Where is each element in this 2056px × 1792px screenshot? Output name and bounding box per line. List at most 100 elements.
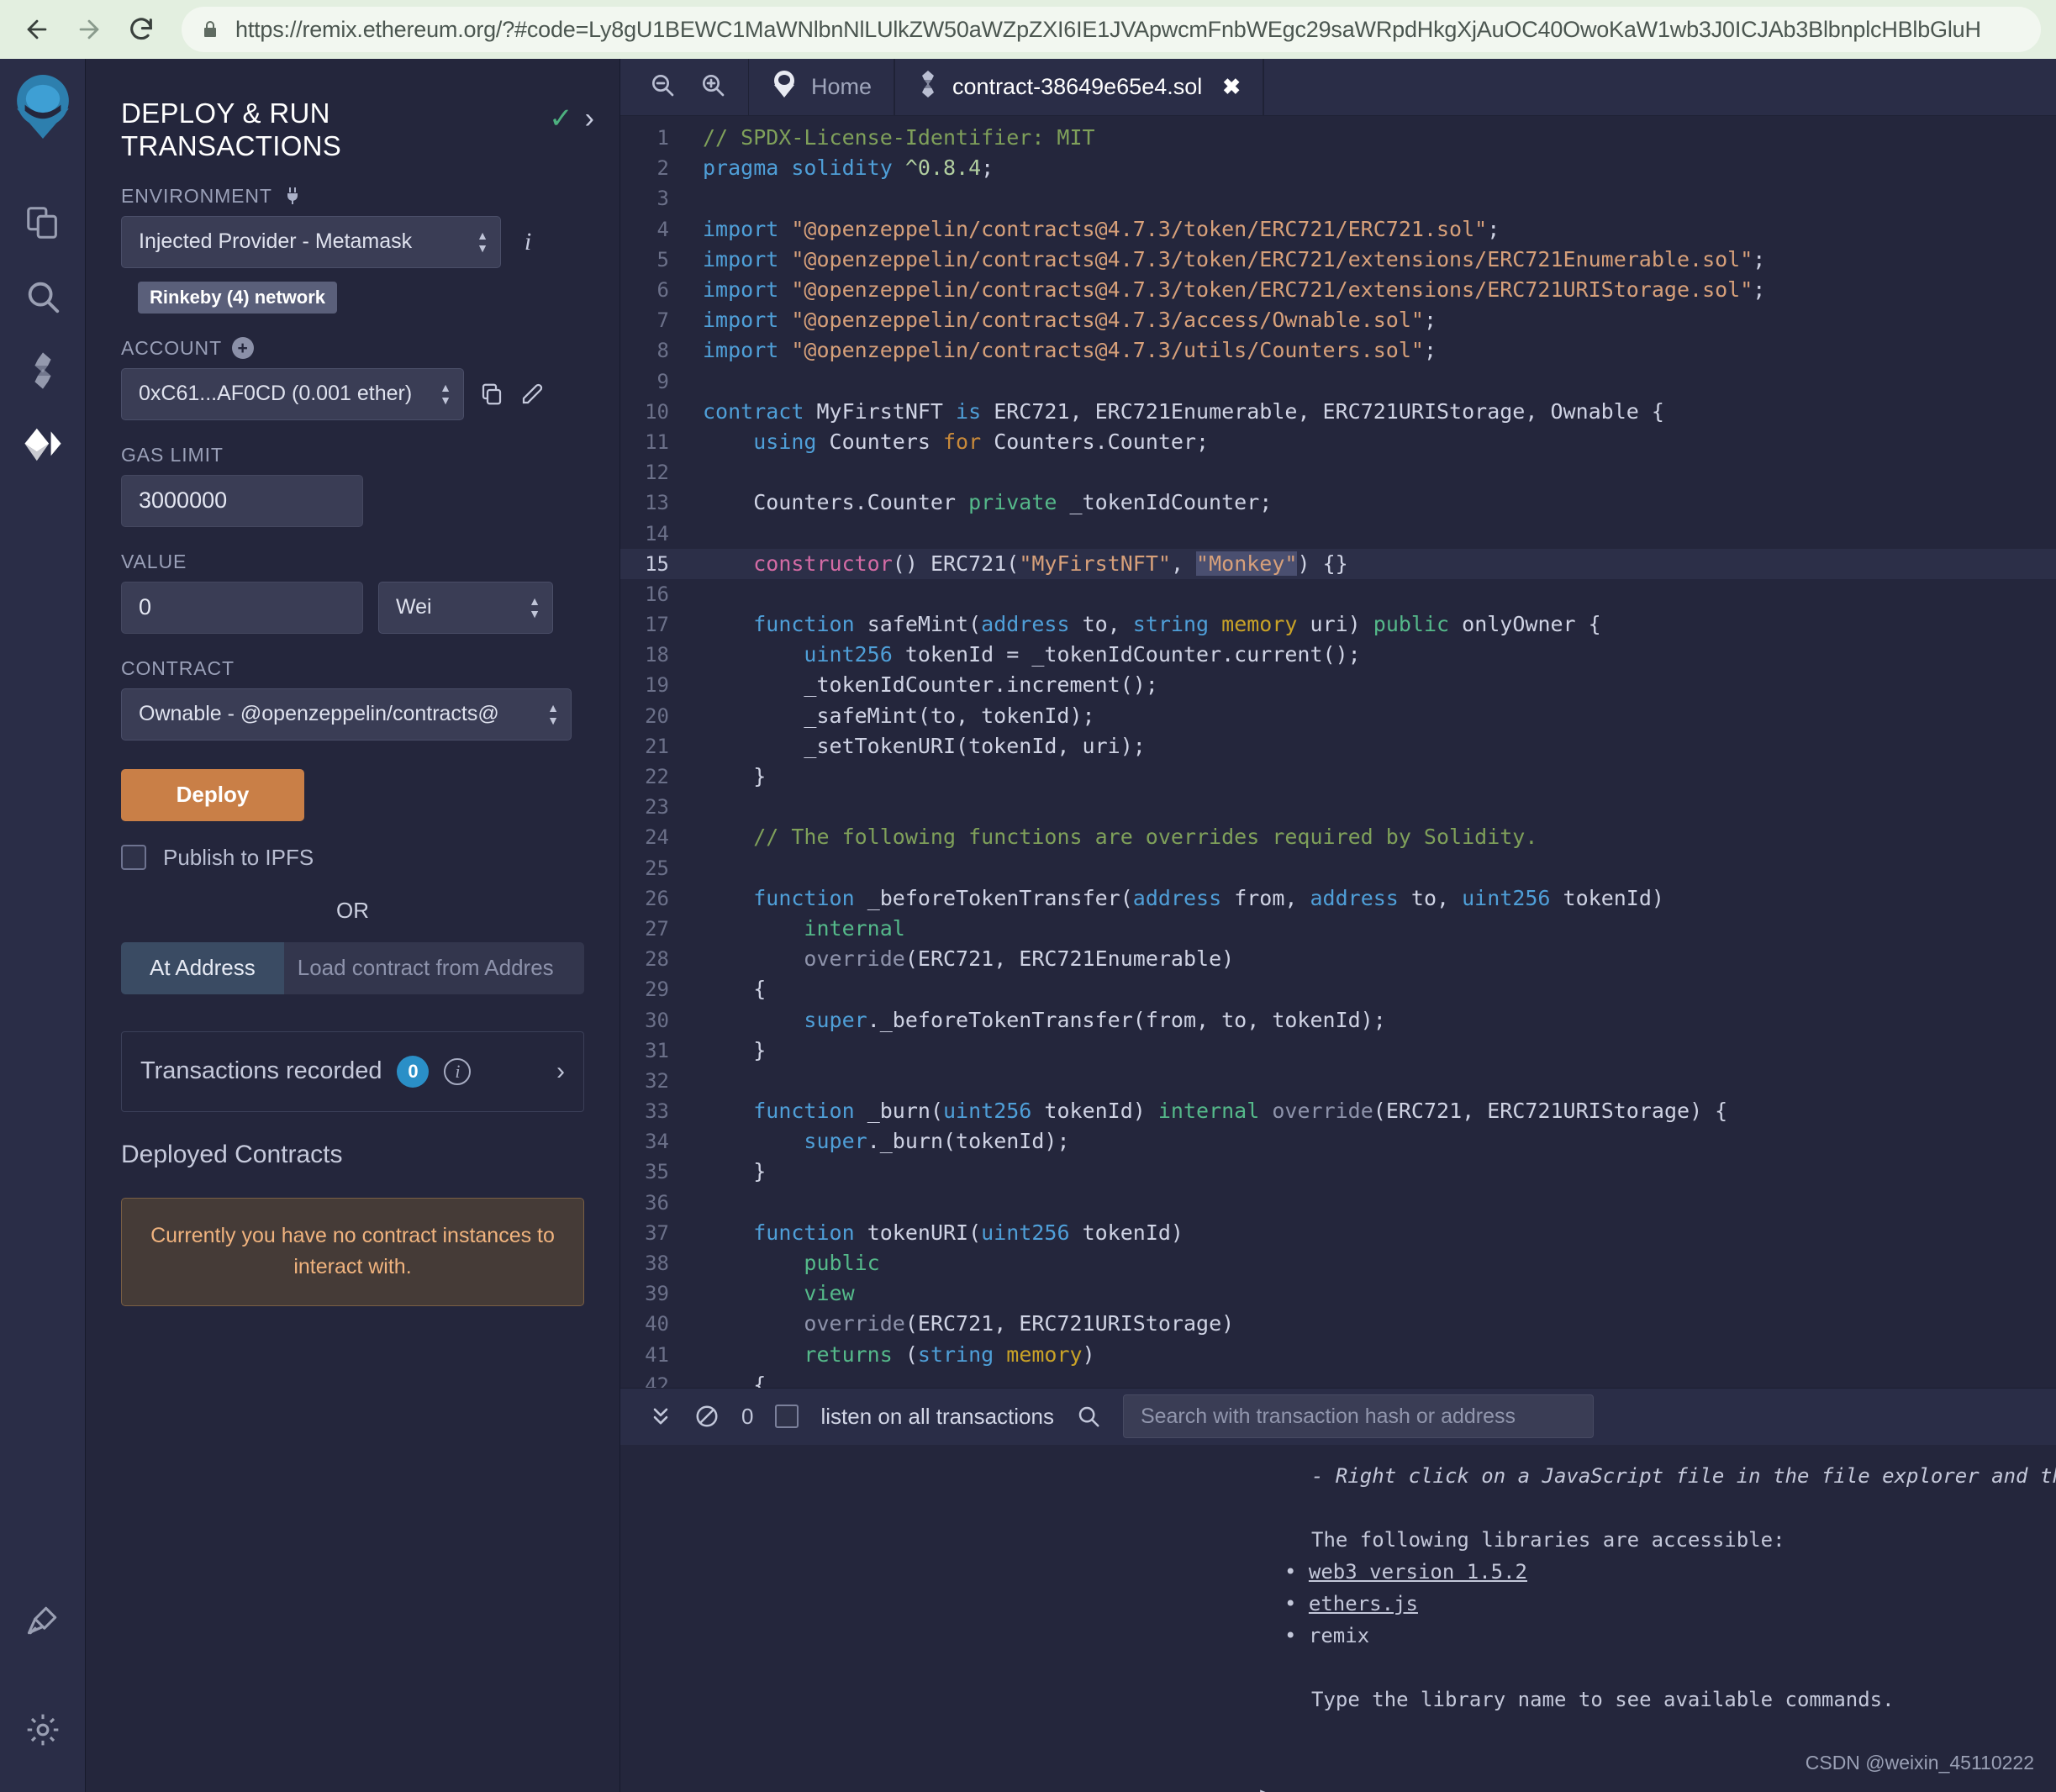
gas-limit-input[interactable]: 3000000 [121, 475, 363, 527]
at-address-input[interactable]: Load contract from Addres [284, 942, 584, 994]
code-line[interactable]: 33 function _burn(uint256 tokenId) inter… [620, 1096, 2056, 1126]
copy-icon[interactable] [479, 382, 504, 407]
zoom-out-icon[interactable] [649, 71, 676, 103]
sidebar-item-file-explorer[interactable] [8, 186, 78, 260]
account-select[interactable]: 0xC61...AF0CD (0.001 ether) ▲▼ [121, 368, 464, 420]
sidebar-item-deploy-run[interactable] [8, 408, 78, 482]
code-line[interactable]: 12 [620, 457, 2056, 488]
code-line[interactable]: 27 internal [620, 914, 2056, 944]
code-line[interactable]: 35 } [620, 1157, 2056, 1187]
code-line[interactable]: 17 function safeMint(address to, string … [620, 609, 2056, 640]
chevron-right-icon[interactable]: › [556, 1057, 565, 1086]
code-line[interactable]: 10contract MyFirstNFT is ERC721, ERC721E… [620, 397, 2056, 427]
code-line[interactable]: 18 uint256 tokenId = _tokenIdCounter.cur… [620, 640, 2056, 670]
environment-select[interactable]: Injected Provider - Metamask ▲▼ [121, 216, 501, 268]
info-icon[interactable]: i [444, 1058, 471, 1085]
code-line[interactable]: 30 super._beforeTokenTransfer(from, to, … [620, 1005, 2056, 1036]
code-line[interactable]: 28 override(ERC721, ERC721Enumerable) [620, 944, 2056, 974]
sidebar-item-search[interactable] [8, 260, 78, 334]
sidebar-item-solidity-compiler[interactable] [8, 334, 78, 408]
code-line[interactable]: 9 [620, 366, 2056, 397]
publish-ipfs-row[interactable]: Publish to IPFS [121, 845, 584, 871]
code-line[interactable]: 19 _tokenIdCounter.increment(); [620, 670, 2056, 700]
plus-circle-icon[interactable]: + [232, 337, 254, 359]
code-line[interactable]: 42 { [620, 1370, 2056, 1388]
code-text: function _burn(uint256 tokenId) internal… [696, 1096, 1727, 1126]
publish-ipfs-checkbox[interactable] [121, 845, 146, 870]
watermark: CSDN @weixin_45110222 [1806, 1747, 2034, 1779]
search-icon[interactable] [1076, 1404, 1101, 1429]
transaction-search-input[interactable]: Search with transaction hash or address [1123, 1394, 1594, 1438]
code-line[interactable]: 37 function tokenURI(uint256 tokenId) [620, 1218, 2056, 1248]
code-line[interactable]: 20 _safeMint(to, tokenId); [620, 701, 2056, 731]
code-line[interactable]: 3 [620, 183, 2056, 213]
line-number: 17 [620, 609, 696, 640]
code-line[interactable]: 41 returns (string memory) [620, 1340, 2056, 1370]
code-text [696, 1188, 715, 1218]
code-line[interactable]: 15 constructor() ERC721("MyFirstNFT", "M… [620, 549, 2056, 579]
remix-logo-icon[interactable] [11, 71, 75, 147]
back-button[interactable] [15, 8, 59, 51]
code-line[interactable]: 7import "@openzeppelin/contracts@4.7.3/a… [620, 305, 2056, 335]
code-line[interactable]: 6import "@openzeppelin/contracts@4.7.3/t… [620, 275, 2056, 305]
code-line[interactable]: 22 } [620, 762, 2056, 792]
edit-icon[interactable] [519, 382, 545, 407]
zoom-in-icon[interactable] [699, 71, 726, 103]
reload-button[interactable] [119, 8, 163, 51]
code-line[interactable]: 4import "@openzeppelin/contracts@4.7.3/t… [620, 214, 2056, 245]
at-address-button[interactable]: At Address [121, 942, 284, 994]
code-line[interactable]: 14 [620, 519, 2056, 549]
code-line[interactable]: 36 [620, 1188, 2056, 1218]
transactions-recorded-row[interactable]: Transactions recorded 0 i › [121, 1031, 584, 1112]
lock-icon [200, 18, 220, 41]
chevron-right-icon[interactable]: › [585, 104, 594, 133]
code-editor[interactable]: 1// SPDX-License-Identifier: MIT2pragma … [620, 116, 2056, 1388]
value-input[interactable]: 0 [121, 582, 363, 634]
code-line[interactable]: 31 } [620, 1036, 2056, 1066]
library-link-web3[interactable]: web3 version 1.5.2 [1309, 1560, 1527, 1584]
code-line[interactable]: 26 function _beforeTokenTransfer(address… [620, 883, 2056, 914]
plugin-manager-icon[interactable] [8, 1584, 78, 1658]
value-unit-select[interactable]: Wei ▲▼ [378, 582, 553, 634]
code-line[interactable]: 5import "@openzeppelin/contracts@4.7.3/t… [620, 245, 2056, 275]
code-line[interactable]: 2pragma solidity ^0.8.4; [620, 153, 2056, 183]
library-link-ethers[interactable]: ethers.js [1309, 1592, 1418, 1615]
code-line[interactable]: 32 [620, 1066, 2056, 1096]
info-icon[interactable]: i [519, 228, 536, 256]
line-number: 42 [620, 1370, 696, 1388]
code-line[interactable]: 23 [620, 792, 2056, 822]
close-icon[interactable]: ✖ [1222, 74, 1241, 100]
code-line[interactable]: 1// SPDX-License-Identifier: MIT [620, 123, 2056, 153]
contract-label: CONTRACT [121, 657, 584, 680]
code-line[interactable]: 39 view [620, 1278, 2056, 1309]
deploy-button[interactable]: Deploy [121, 769, 304, 821]
code-line[interactable]: 16 [620, 579, 2056, 609]
code-line[interactable]: 34 super._burn(tokenId); [620, 1126, 2056, 1157]
line-number: 41 [620, 1340, 696, 1370]
code-line[interactable]: 25 [620, 853, 2056, 883]
terminal-output[interactable]: - Right click on a JavaScript file in th… [620, 1445, 2056, 1792]
tab-contract-file[interactable]: contract-38649e65e4.sol ✖ [894, 59, 1263, 115]
tab-home[interactable]: Home [748, 59, 894, 115]
terminal-line: The following libraries are accessible: [620, 1524, 2056, 1556]
code-line[interactable]: 24 // The following functions are overri… [620, 822, 2056, 852]
code-line[interactable]: 38 public [620, 1248, 2056, 1278]
code-line[interactable]: 11 using Counters for Counters.Counter; [620, 427, 2056, 457]
chevrons-down-icon[interactable] [649, 1405, 672, 1428]
forward-button[interactable] [67, 8, 111, 51]
icon-rail [0, 59, 86, 1792]
terminal-line: - Right click on a JavaScript file in th… [620, 1460, 2056, 1492]
clear-console-icon[interactable] [694, 1404, 720, 1429]
code-text: Counters.Counter private _tokenIdCounter… [696, 488, 1272, 518]
listen-all-transactions-checkbox[interactable] [775, 1405, 799, 1428]
terminal-prompt[interactable]: > [620, 1779, 2056, 1792]
address-bar[interactable]: https://remix.ethereum.org/?#code=Ly8gU1… [182, 7, 2041, 52]
line-number: 11 [620, 427, 696, 457]
contract-select[interactable]: Ownable - @openzeppelin/contracts@ ▲▼ [121, 688, 572, 741]
settings-gear-icon[interactable] [8, 1693, 78, 1767]
code-line[interactable]: 40 override(ERC721, ERC721URIStorage) [620, 1309, 2056, 1339]
code-line[interactable]: 8import "@openzeppelin/contracts@4.7.3/u… [620, 335, 2056, 366]
code-line[interactable]: 21 _setTokenURI(tokenId, uri); [620, 731, 2056, 762]
code-line[interactable]: 29 { [620, 974, 2056, 1004]
code-line[interactable]: 13 Counters.Counter private _tokenIdCoun… [620, 488, 2056, 518]
